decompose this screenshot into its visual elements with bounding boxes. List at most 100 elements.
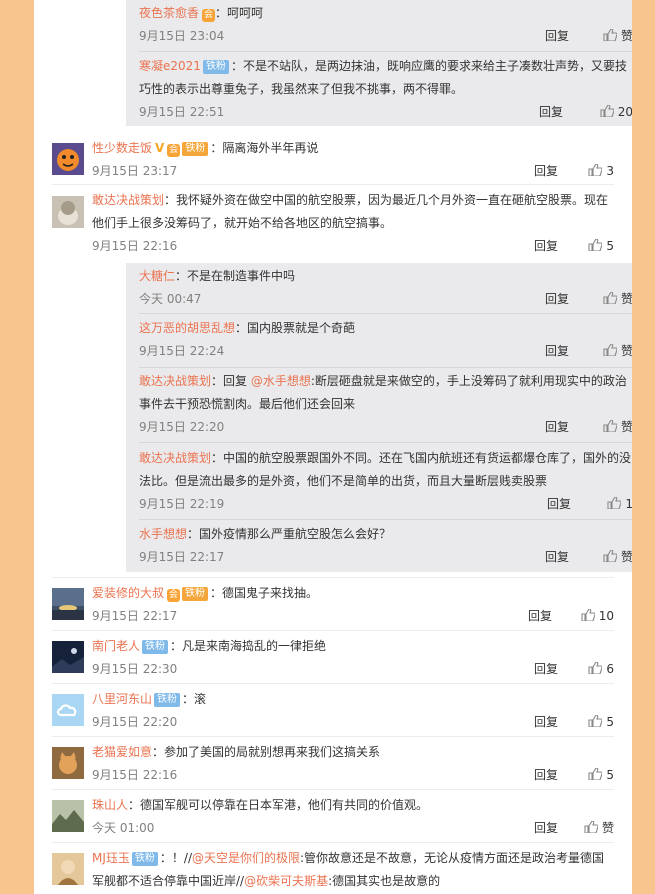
- like-button[interactable]: 20: [600, 101, 632, 123]
- comment-text: ：！//: [159, 851, 192, 865]
- user-name-link[interactable]: 爱装修的大叔: [92, 586, 164, 600]
- avatar[interactable]: [52, 196, 84, 228]
- reply-button[interactable]: 回复: [539, 101, 563, 123]
- user-name-link[interactable]: 性少数走饭: [92, 141, 152, 155]
- comment-item: MJ珏玉 铁粉 ：！//@天空是你们的极限:管你故意还是不故意，无论从疫情方面还是政…: [52, 847, 614, 894]
- comment-text: ：参加了美国的局就别想再来我们这搞关系: [152, 745, 381, 759]
- user-name-link[interactable]: MJ珏玉: [92, 851, 130, 865]
- like-button[interactable]: 5: [588, 235, 614, 257]
- thumbs-up-icon: [588, 239, 603, 251]
- reply-button[interactable]: 回复: [545, 416, 569, 438]
- reply-button[interactable]: 回复: [534, 658, 558, 680]
- thumbs-up-icon: [581, 609, 595, 621]
- reply-button[interactable]: 回复: [534, 711, 558, 733]
- timestamp: 今天 01:00: [92, 821, 155, 835]
- avatar[interactable]: [52, 747, 84, 779]
- user-name-link[interactable]: 夜色茶愈香: [139, 6, 199, 20]
- sub-reply: 大糖仁：不是在制造事件中吗 今天 00:47 回复 赞: [139, 263, 632, 314]
- avatar[interactable]: [52, 694, 84, 726]
- comment-text: ：不是在制造事件中吗: [175, 269, 296, 283]
- comment-item: 八里河东山 铁粉 ：滚 9月15日 22:20 回复 5: [52, 688, 614, 737]
- timestamp: 9月15日 22:17: [139, 550, 225, 564]
- like-button[interactable]: 赞: [603, 288, 632, 310]
- thumbs-up-icon: [607, 497, 622, 509]
- user-name-link[interactable]: 寒凝e2021: [139, 59, 201, 73]
- user-name-link[interactable]: 南门老人: [92, 639, 140, 653]
- like-button[interactable]: 赞: [584, 817, 614, 839]
- user-name-link[interactable]: 这万恶的胡思乱想: [139, 321, 235, 335]
- fan-badge: 铁粉: [142, 640, 169, 654]
- reply-box: 大糖仁：不是在制造事件中吗 今天 00:47 回复 赞 这万恶的胡思乱想：国内股…: [126, 263, 632, 572]
- fan-badge: 铁粉: [202, 60, 229, 74]
- like-button[interactable]: 5: [588, 711, 614, 733]
- divider: [52, 577, 614, 578]
- like-button[interactable]: 1: [607, 493, 632, 515]
- like-button[interactable]: 赞: [603, 25, 632, 47]
- thumbs-up-icon: [588, 768, 603, 780]
- reply-button[interactable]: 回复: [547, 493, 571, 515]
- comment-text: ：呵呵呵: [215, 6, 264, 20]
- like-button[interactable]: 6: [588, 658, 614, 680]
- avatar[interactable]: [52, 800, 84, 832]
- user-name-link[interactable]: 老猫爱如意: [92, 745, 152, 759]
- sub-reply: 敢达决战策划：中国的航空股票跟国外不同。还在飞国内航班还有货运都爆仓库了，国外的…: [139, 447, 632, 520]
- reply-button[interactable]: 回复: [545, 340, 569, 362]
- avatar[interactable]: [52, 143, 84, 175]
- user-name-link[interactable]: 敢达决战策划: [139, 374, 211, 388]
- like-button[interactable]: 赞: [603, 340, 632, 362]
- sub-reply: 水手想想：国外疫情那么严重航空股怎么会好？ 9月15日 22:17 回复 赞: [139, 523, 632, 572]
- timestamp: 9月15日 23:04: [139, 29, 225, 43]
- comment-item: 南门老人 铁粉 ：凡是来南海捣乱的一律拒绝 9月15日 22:30 回复 6: [52, 635, 614, 684]
- sub-reply: 寒凝e2021 铁粉 ：不是不站队，是两边抹油，既响应鹰的要求来给主子凑数壮声势，又…: [139, 53, 632, 123]
- mention-link[interactable]: @天空是你们的极限: [192, 851, 300, 865]
- like-button[interactable]: 赞: [603, 546, 632, 568]
- like-button[interactable]: 赞: [603, 416, 632, 438]
- reply-button[interactable]: 回复: [545, 546, 569, 568]
- mention-link[interactable]: @水手想想: [251, 374, 311, 388]
- user-name-link[interactable]: 八里河东山: [92, 692, 152, 706]
- thumbs-up-icon: [603, 344, 617, 356]
- comment-item: 敢达决战策划：我怀疑外资在做空中国的航空股票，因为最近几个月外资一直在砸航空股票…: [52, 188, 614, 258]
- user-name-link[interactable]: 敢达决战策划: [92, 193, 164, 207]
- user-name-link[interactable]: 水手想想: [139, 527, 187, 541]
- like-button[interactable]: 5: [588, 764, 614, 786]
- timestamp: 9月15日 22:20: [92, 715, 178, 729]
- user-name-link[interactable]: 大糖仁: [139, 269, 175, 283]
- timestamp: 9月15日 22:16: [92, 239, 178, 253]
- reply-button[interactable]: 回复: [534, 235, 558, 257]
- comment-text: ：滚: [182, 692, 207, 706]
- thumbs-up-icon: [603, 29, 617, 41]
- timestamp: 9月15日 22:30: [92, 662, 178, 676]
- reply-button[interactable]: 回复: [528, 605, 552, 627]
- comment-text: ：中国的航空股票跟国外不同。还在飞国内航班还有货运都爆仓库了，国外的没法比。但是…: [139, 451, 632, 488]
- comment-text: ：我怀疑外资在做空中国的航空股票，因为最近几个月外资一直在砸航空股票。现在他们手…: [92, 193, 609, 230]
- comment-text: :德国其实也是故意的: [328, 874, 441, 888]
- avatar[interactable]: [52, 641, 84, 673]
- reply-button[interactable]: 回复: [534, 764, 558, 786]
- reply-button[interactable]: 回复: [545, 288, 569, 310]
- fan-badge: 铁粉: [131, 852, 158, 866]
- fan-badge: 铁粉: [154, 693, 181, 707]
- comment-panel: 夜色茶愈香会：呵呵呵 9月15日 23:04 回复 赞 寒凝e2021 铁粉 ：不是…: [34, 0, 632, 894]
- avatar[interactable]: [52, 588, 84, 620]
- reply-button[interactable]: 回复: [545, 25, 569, 47]
- like-button[interactable]: 10: [581, 605, 614, 627]
- sub-reply: 夜色茶愈香会：呵呵呵 9月15日 23:04 回复 赞: [139, 0, 632, 52]
- timestamp: 9月15日 22:16: [92, 768, 178, 782]
- timestamp: 今天 00:47: [139, 292, 202, 306]
- mention-link[interactable]: @砍柴可夫斯基: [244, 874, 328, 888]
- timestamp: 9月15日 22:51: [139, 105, 225, 119]
- user-name-link[interactable]: 珠山人: [92, 798, 128, 812]
- verified-icon: V: [155, 141, 165, 155]
- thumbs-up-icon: [603, 420, 617, 432]
- like-button[interactable]: 3: [588, 160, 614, 182]
- reply-button[interactable]: 回复: [534, 817, 558, 839]
- sub-reply: 敢达决战策划：回复 @水手想想:断层砸盘就是来做空的，手上没筹码了就利用现实中的…: [139, 370, 632, 443]
- comment-item: 珠山人：德国军舰可以停靠在日本军港，他们有共同的价值观。 今天 01:00 回复…: [52, 794, 614, 843]
- reply-button[interactable]: 回复: [534, 160, 558, 182]
- user-name-link[interactable]: 敢达决战策划: [139, 451, 211, 465]
- comment-item: 爱装修的大叔会铁粉 ：德国鬼子来找抽。 9月15日 22:17 回复 10: [52, 582, 614, 631]
- reply-box-top: 夜色茶愈香会：呵呵呵 9月15日 23:04 回复 赞 寒凝e2021 铁粉 ：不是…: [126, 0, 632, 126]
- thumbs-up-icon: [603, 292, 617, 304]
- avatar[interactable]: [52, 853, 84, 885]
